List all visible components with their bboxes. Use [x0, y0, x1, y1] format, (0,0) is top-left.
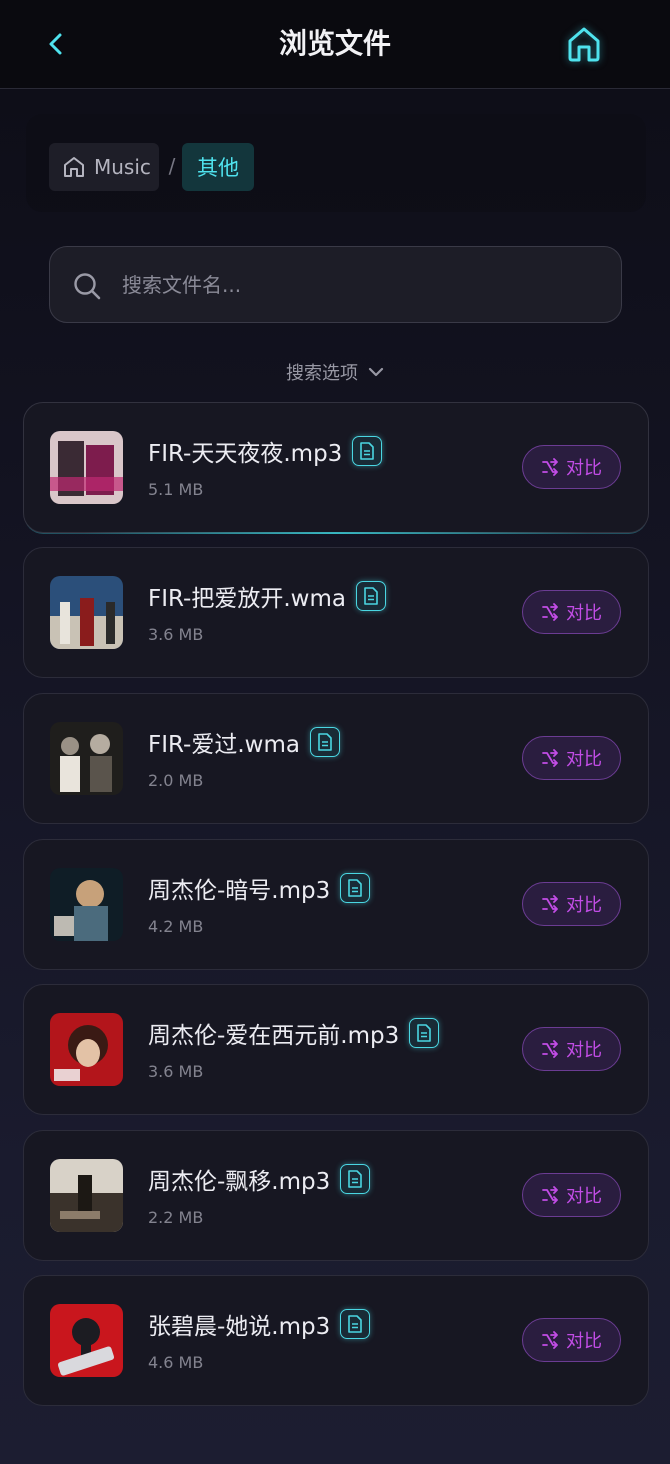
file-info-button[interactable]	[409, 1018, 440, 1048]
document-icon	[318, 733, 332, 751]
file-info-button[interactable]	[355, 581, 386, 611]
album-cover	[50, 1013, 123, 1086]
album-cover	[50, 1159, 123, 1232]
shuffle-icon	[542, 458, 558, 476]
file-info-button[interactable]	[352, 436, 383, 466]
file-item[interactable]: FIR-爱过.wma 2.0 MB 对比	[23, 693, 649, 824]
compare-button[interactable]: 对比	[522, 590, 621, 634]
compare-label: 对比	[566, 895, 602, 916]
document-icon	[364, 587, 378, 605]
compare-label: 对比	[566, 603, 602, 624]
breadcrumb-current[interactable]: 其他	[182, 143, 254, 191]
shuffle-icon	[542, 1040, 558, 1058]
document-icon	[348, 1170, 363, 1188]
compare-button[interactable]: 对比	[522, 736, 621, 780]
file-info-button[interactable]	[340, 873, 371, 903]
compare-label: 对比	[566, 1331, 602, 1352]
chevron-down-icon	[368, 367, 384, 377]
compare-button[interactable]: 对比	[522, 1173, 621, 1217]
shuffle-icon	[542, 603, 558, 621]
shuffle-icon	[542, 1186, 558, 1204]
shuffle-icon	[542, 895, 558, 913]
document-icon	[417, 1024, 432, 1042]
file-item[interactable]: 张碧晨-她说.mp3 4.6 MB 对比	[23, 1275, 649, 1406]
file-item[interactable]: 周杰伦-爱在西元前.mp3 3.6 MB 对比	[23, 984, 649, 1115]
compare-button[interactable]: 对比	[522, 445, 621, 489]
file-name: 周杰伦-爱在西元前.mp3	[148, 1023, 400, 1049]
compare-label: 对比	[566, 1186, 602, 1207]
search-options-label: 搜索选项	[286, 363, 358, 384]
home-icon	[64, 157, 84, 177]
album-cover	[50, 1304, 123, 1377]
file-info-button[interactable]	[340, 1164, 371, 1194]
compare-button[interactable]: 对比	[522, 882, 621, 926]
compare-label: 对比	[566, 458, 602, 479]
file-name: 周杰伦-飘移.mp3	[148, 1169, 331, 1195]
compare-label: 对比	[566, 1040, 602, 1061]
file-item[interactable]: FIR-把爱放开.wma 3.6 MB 对比	[23, 547, 649, 678]
file-info-button[interactable]	[340, 1309, 371, 1339]
compare-button[interactable]: 对比	[522, 1027, 621, 1071]
file-name: FIR-爱过.wma	[148, 732, 300, 758]
file-name: FIR-把爱放开.wma	[148, 586, 346, 612]
document-icon	[348, 879, 363, 897]
document-icon	[360, 442, 375, 460]
file-name: 周杰伦-暗号.mp3	[148, 878, 331, 904]
home-icon	[568, 27, 600, 62]
file-item[interactable]: 周杰伦-飘移.mp3 2.2 MB 对比	[23, 1130, 649, 1261]
file-info-button[interactable]	[309, 727, 340, 757]
search-icon	[74, 273, 101, 300]
file-name: FIR-天天夜夜.mp3	[148, 441, 343, 467]
search-options-toggle[interactable]: 搜索选项	[260, 356, 410, 388]
breadcrumb-root[interactable]: Music	[49, 143, 159, 191]
file-item[interactable]: FIR-天天夜夜.mp3 5.1 MB 对比	[23, 402, 649, 534]
file-size: 3.6 MB	[148, 625, 204, 644]
album-cover	[50, 722, 123, 795]
file-size: 2.2 MB	[148, 1208, 204, 1227]
shuffle-icon	[542, 1331, 558, 1349]
home-button[interactable]	[562, 22, 606, 66]
file-size: 4.6 MB	[148, 1353, 204, 1372]
file-item[interactable]: 周杰伦-暗号.mp3 4.2 MB 对比	[23, 839, 649, 970]
album-cover	[50, 576, 123, 649]
file-size: 4.2 MB	[148, 917, 204, 936]
shuffle-icon	[542, 749, 558, 767]
file-name: 张碧晨-她说.mp3	[148, 1314, 331, 1340]
search-input[interactable]	[122, 265, 592, 305]
document-icon	[348, 1315, 363, 1333]
album-cover	[50, 431, 123, 504]
album-cover	[50, 868, 123, 941]
breadcrumb-root-label: Music	[94, 155, 151, 179]
back-button[interactable]	[38, 24, 74, 64]
compare-button[interactable]: 对比	[522, 1318, 621, 1362]
search-box	[49, 246, 622, 323]
compare-label: 对比	[566, 749, 602, 770]
chevron-left-icon	[49, 33, 62, 55]
top-bar: 浏览文件	[0, 0, 670, 89]
file-size: 5.1 MB	[148, 480, 204, 499]
breadcrumb-separator: /	[168, 154, 176, 178]
file-size: 3.6 MB	[148, 1062, 204, 1081]
file-size: 2.0 MB	[148, 771, 204, 790]
